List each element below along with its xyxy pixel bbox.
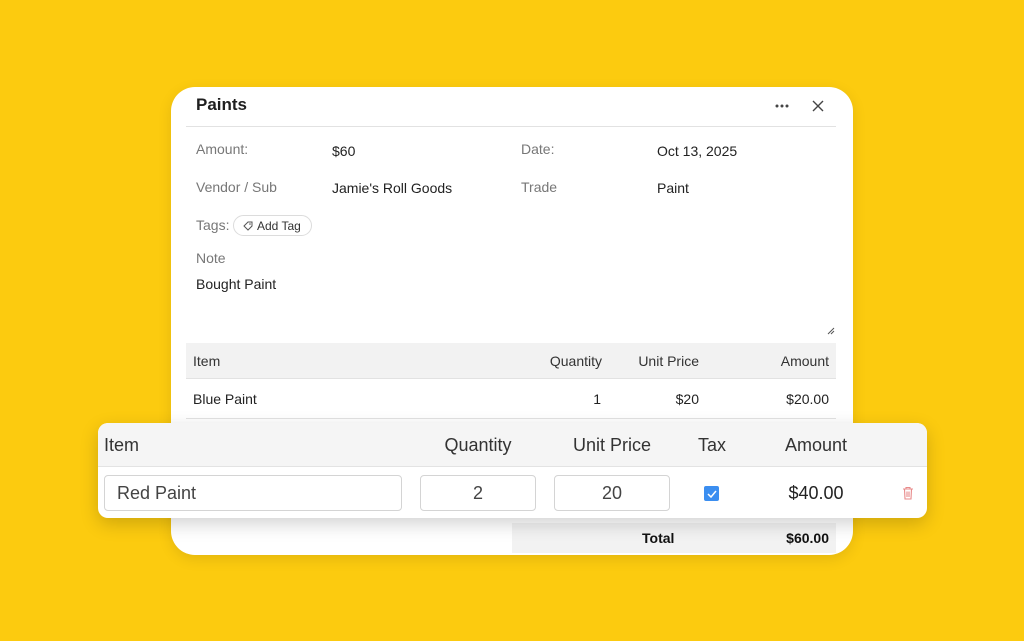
row-unit-price: $20	[675, 390, 699, 407]
close-button[interactable]	[807, 96, 829, 116]
add-tag-button[interactable]: Add Tag	[233, 215, 312, 236]
more-options-button[interactable]	[771, 96, 793, 116]
total-label: Total	[642, 530, 675, 546]
trade-value: Paint	[657, 180, 689, 196]
vendor-value: Jamie's Roll Goods	[332, 180, 453, 196]
table-header: Item Quantity Unit Price Amount	[186, 343, 836, 379]
tags-label: Tags:	[196, 217, 230, 233]
dialog-title: Paints	[196, 95, 248, 114]
tax-checkbox[interactable]	[704, 486, 719, 501]
editor-header-unit-price: Unit Price	[572, 434, 652, 455]
editor-header-item: Item	[104, 434, 140, 455]
editor-header: Item Quantity Unit Price Tax Amount	[98, 423, 927, 467]
line-amount: $40.00	[788, 482, 844, 503]
amount-value: $60	[332, 143, 356, 159]
note-label: Note	[196, 250, 226, 266]
editor-header-tax: Tax	[697, 434, 726, 455]
close-icon	[812, 100, 824, 112]
row-item: Blue Paint	[193, 390, 257, 407]
trade-label: Trade	[521, 179, 558, 195]
resize-handle-icon[interactable]	[827, 327, 835, 335]
total-bar: Total $60.00	[512, 523, 836, 553]
date-label: Date:	[521, 141, 555, 157]
editor-header-amount: Amount	[784, 434, 848, 455]
add-tag-label: Add Tag	[257, 218, 301, 233]
check-icon	[706, 490, 717, 498]
note-textarea[interactable]: Bought Paint	[196, 276, 826, 336]
header-amount: Amount	[780, 352, 829, 369]
line-item-editor: Item Quantity Unit Price Tax Amount Red …	[98, 423, 927, 518]
header-unit-price: Unit Price	[638, 352, 699, 369]
title-actions	[771, 96, 829, 116]
tag-icon	[243, 221, 253, 231]
table-row[interactable]: Blue Paint 1 $20 $20.00	[186, 379, 836, 419]
row-quantity: 1	[593, 390, 601, 407]
trash-icon[interactable]	[902, 486, 914, 500]
vendor-label: Vendor / Sub	[196, 179, 277, 195]
more-icon	[775, 104, 789, 108]
quantity-input[interactable]: 2	[420, 475, 536, 511]
date-value: Oct 13, 2025	[657, 143, 738, 159]
item-name-input[interactable]: Red Paint	[104, 475, 402, 511]
row-amount: $20.00	[786, 390, 829, 407]
total-value: $60.00	[786, 530, 829, 546]
header-item: Item	[193, 352, 221, 369]
unit-price-input[interactable]: 20	[554, 475, 670, 511]
header-quantity: Quantity	[549, 352, 602, 369]
title-divider	[186, 126, 836, 127]
amount-label: Amount:	[196, 141, 249, 157]
editor-header-quantity: Quantity	[444, 434, 512, 455]
